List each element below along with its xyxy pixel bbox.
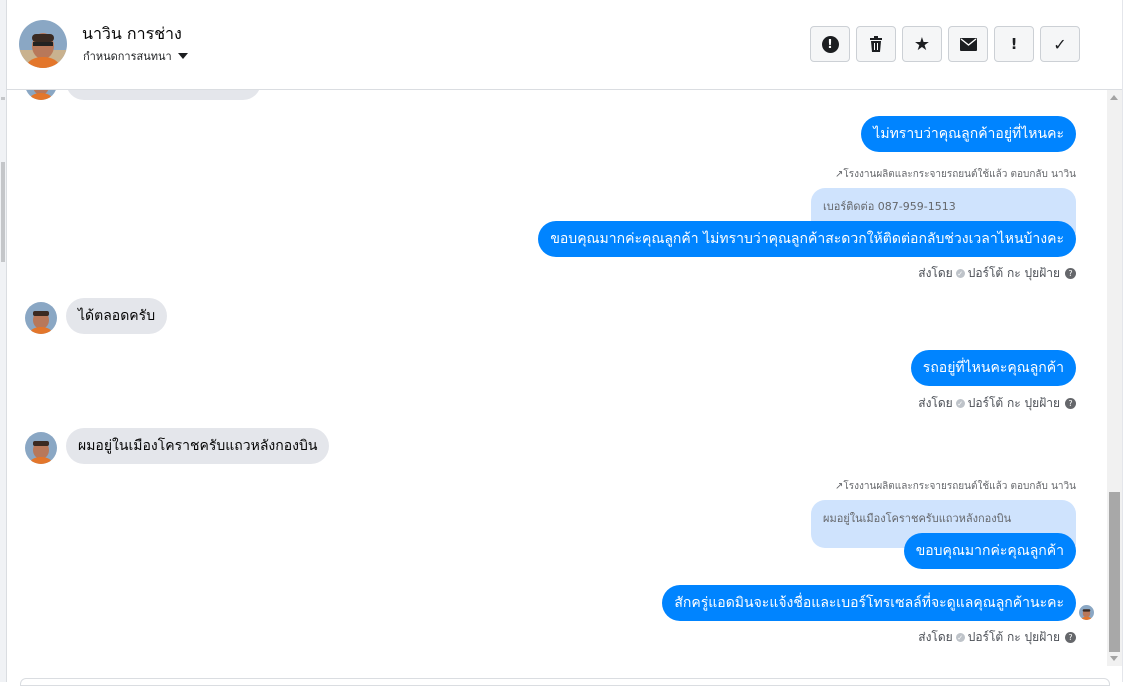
mark-spam-button[interactable]: ! (810, 26, 850, 62)
message-bubble-outgoing: รถอยู่ที่ไหนคะคุณลูกค้า (910, 350, 1076, 386)
mark-unread-button[interactable] (948, 26, 988, 62)
sent-by-prefix: ส่งโดย (918, 396, 953, 410)
scrollbar-thumb[interactable] (1109, 492, 1120, 652)
envelope-icon (959, 37, 977, 51)
seen-avatar (1079, 605, 1094, 620)
sent-by-prefix: ส่งโดย (918, 630, 953, 644)
left-frame (0, 0, 7, 682)
mark-done-button[interactable]: ✓ (1040, 26, 1080, 62)
reply-context: ↗โรงงานผลิตและกระจายรถยนต์ใช้แล้ว ตอบกลั… (834, 169, 1076, 180)
message-bubble-incoming: ได้ตลอดครับ (66, 298, 168, 334)
assign-label: กำหนดการสนทนา (83, 50, 172, 63)
contact-name: นาวิน การช่าง (82, 24, 182, 43)
help-icon[interactable]: ? (1065, 268, 1076, 279)
sent-by-info: ส่งโดย ✓ ปอร์โต้ กะ ปุยฝ้าย ? (918, 628, 1076, 647)
delete-button[interactable] (856, 26, 896, 62)
follow-up-button[interactable]: ! (994, 26, 1034, 62)
verified-icon: ✓ (955, 399, 965, 408)
star-button[interactable]: ★ (902, 26, 942, 62)
sent-by-info: ส่งโดย ✓ ปอร์โต้ กะ ปุยฝ้าย ? (918, 264, 1076, 283)
alert-circle-icon: ! (821, 35, 839, 53)
message-bubble-outgoing: ไม่ทราบว่าคุณลูกค้าอยู่ที่ไหนคะ (861, 116, 1076, 152)
reply-context: ↗โรงงานผลิตและกระจายรถยนต์ใช้แล้ว ตอบกลั… (834, 481, 1076, 492)
sent-by-prefix: ส่งโดย (918, 266, 953, 280)
right-frame (1122, 0, 1140, 682)
caret-down-icon (177, 53, 188, 59)
scroll-down-arrow[interactable] (1110, 656, 1118, 661)
help-icon[interactable]: ? (1065, 632, 1076, 643)
conversation-header: นาวิน การช่าง กำหนดการสนทนา ! ★ ! ✓ (7, 0, 1122, 90)
contact-avatar-small (25, 302, 57, 334)
assign-conversation-dropdown[interactable]: กำหนดการสนทนา (83, 47, 188, 65)
contact-avatar-small (25, 432, 57, 464)
sent-by-agent: ปอร์โต้ กะ ปุยฝ้าย (967, 396, 1060, 410)
conversation-toolbar: ! ★ ! ✓ (810, 26, 1080, 62)
frame-marker (1, 162, 5, 262)
sent-by-info: ส่งโดย ✓ ปอร์โต้ กะ ปุยฝ้าย ? (918, 394, 1076, 413)
sent-by-agent: ปอร์โต้ กะ ปุยฝ้าย (967, 630, 1060, 644)
composer-edge (20, 678, 1110, 686)
message-thread[interactable]: ไม่ทราบว่าคุณลูกค้าอยู่ที่ไหนคะ ↗โรงงานผ… (7, 90, 1107, 682)
verified-icon: ✓ (955, 269, 965, 278)
sent-by-agent: ปอร์โต้ กะ ปุยฝ้าย (967, 266, 1060, 280)
verified-icon: ✓ (955, 633, 965, 642)
checkmark-icon: ✓ (1053, 34, 1067, 54)
star-icon: ★ (913, 33, 931, 55)
trash-icon (870, 36, 882, 52)
contact-avatar[interactable] (19, 20, 67, 68)
exclamation-icon: ! (1010, 35, 1018, 53)
scroll-up-arrow[interactable] (1110, 95, 1118, 100)
contact-avatar-small (25, 90, 57, 100)
chat-scrollbar[interactable] (1107, 90, 1122, 666)
message-bubble-outgoing: สักครู่แอดมินจะแจ้งชื่อและเบอร์โทรเซลล์ท… (662, 585, 1076, 621)
message-bubble-outgoing: ขอบคุณมากค่ะคุณลูกค้า ไม่ทราบว่าคุณลูกค้… (538, 221, 1076, 257)
frame-marker (1, 97, 5, 100)
message-bubble-outgoing: ขอบคุณมากค่ะคุณลูกค้า (903, 533, 1076, 569)
message-bubble-incoming: ผมอยู่ในเมืองโคราชครับแถวหลังกองบิน (66, 428, 330, 464)
help-icon[interactable]: ? (1065, 398, 1076, 409)
message-bubble-incoming (66, 90, 261, 100)
